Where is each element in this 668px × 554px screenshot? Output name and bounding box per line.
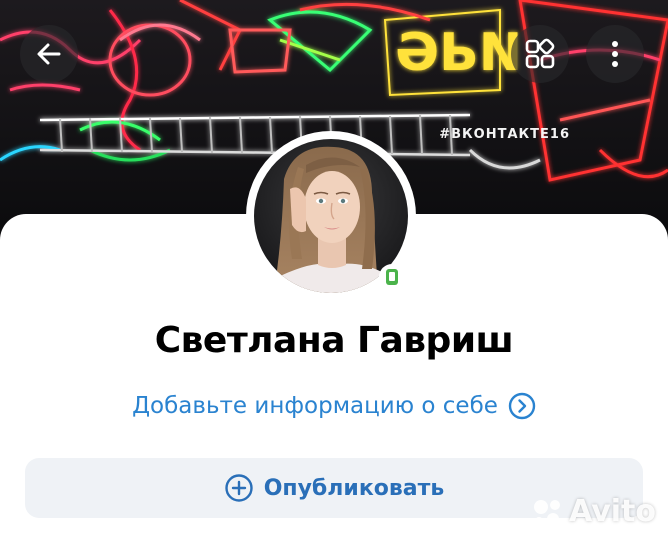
cover-neon-sign-text: ƏЬN xyxy=(395,23,522,83)
online-mobile-badge xyxy=(379,264,405,290)
more-options-button[interactable] xyxy=(586,25,644,83)
publish-label: Опубликовать xyxy=(263,475,445,501)
more-vertical-icon xyxy=(612,41,618,67)
avito-watermark: Avito xyxy=(531,494,656,529)
add-info-label: Добавьте информацию о себе xyxy=(132,393,498,419)
mobile-online-icon xyxy=(386,269,398,285)
avito-logo-icon xyxy=(534,499,561,525)
arrow-left-icon xyxy=(37,43,61,65)
cover-hashtag: #ВКОНТАКТЕ16 xyxy=(439,127,570,142)
watermark-text: Avito xyxy=(569,494,656,529)
qr-code-button[interactable] xyxy=(511,25,569,83)
back-button[interactable] xyxy=(20,25,78,83)
plus-circle-icon xyxy=(224,474,253,502)
profile-name: Светлана Гавриш xyxy=(154,320,514,361)
chevron-right-circle-icon xyxy=(508,392,536,420)
qr-code-icon xyxy=(525,38,555,69)
add-info-link[interactable]: Добавьте информацию о себе xyxy=(0,392,668,420)
